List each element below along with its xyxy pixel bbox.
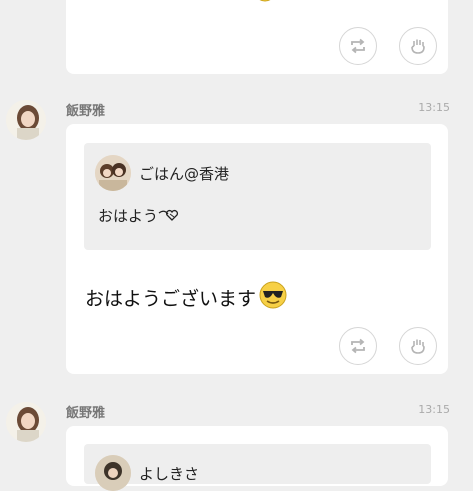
retweet-icon (351, 38, 365, 54)
hand-icon (411, 39, 425, 54)
avatar[interactable] (6, 100, 46, 140)
quoted-avatar (95, 155, 131, 191)
message-text-body: おはようございます (85, 288, 257, 310)
quoted-author: ごはん@香港 (139, 165, 230, 183)
smile-emoji (254, 0, 276, 9)
like-button[interactable] (399, 27, 437, 65)
message-card-top (66, 0, 448, 74)
hand-icon (411, 339, 425, 354)
retweet-button[interactable] (339, 27, 377, 65)
quoted-avatar (95, 455, 131, 491)
message-text: おはようございます (85, 280, 288, 317)
timestamp: 13:15 (418, 403, 450, 416)
retweet-button[interactable] (339, 327, 377, 365)
retweet-icon (351, 338, 365, 354)
timestamp: 13:15 (418, 101, 450, 114)
quoted-text-body: おはよう (98, 207, 159, 225)
quoted-text: おはよう (98, 205, 184, 226)
heart-emoji (158, 208, 184, 226)
quoted-author: よしきさ (139, 465, 200, 483)
sunglasses-emoji (258, 280, 288, 315)
like-button[interactable] (399, 327, 437, 365)
sender-name[interactable]: 飯野雅 (66, 100, 105, 119)
sender-name[interactable]: 飯野雅 (66, 402, 105, 421)
quoted-post[interactable] (84, 143, 431, 250)
quoted-post[interactable] (84, 444, 431, 484)
avatar[interactable] (6, 402, 46, 442)
